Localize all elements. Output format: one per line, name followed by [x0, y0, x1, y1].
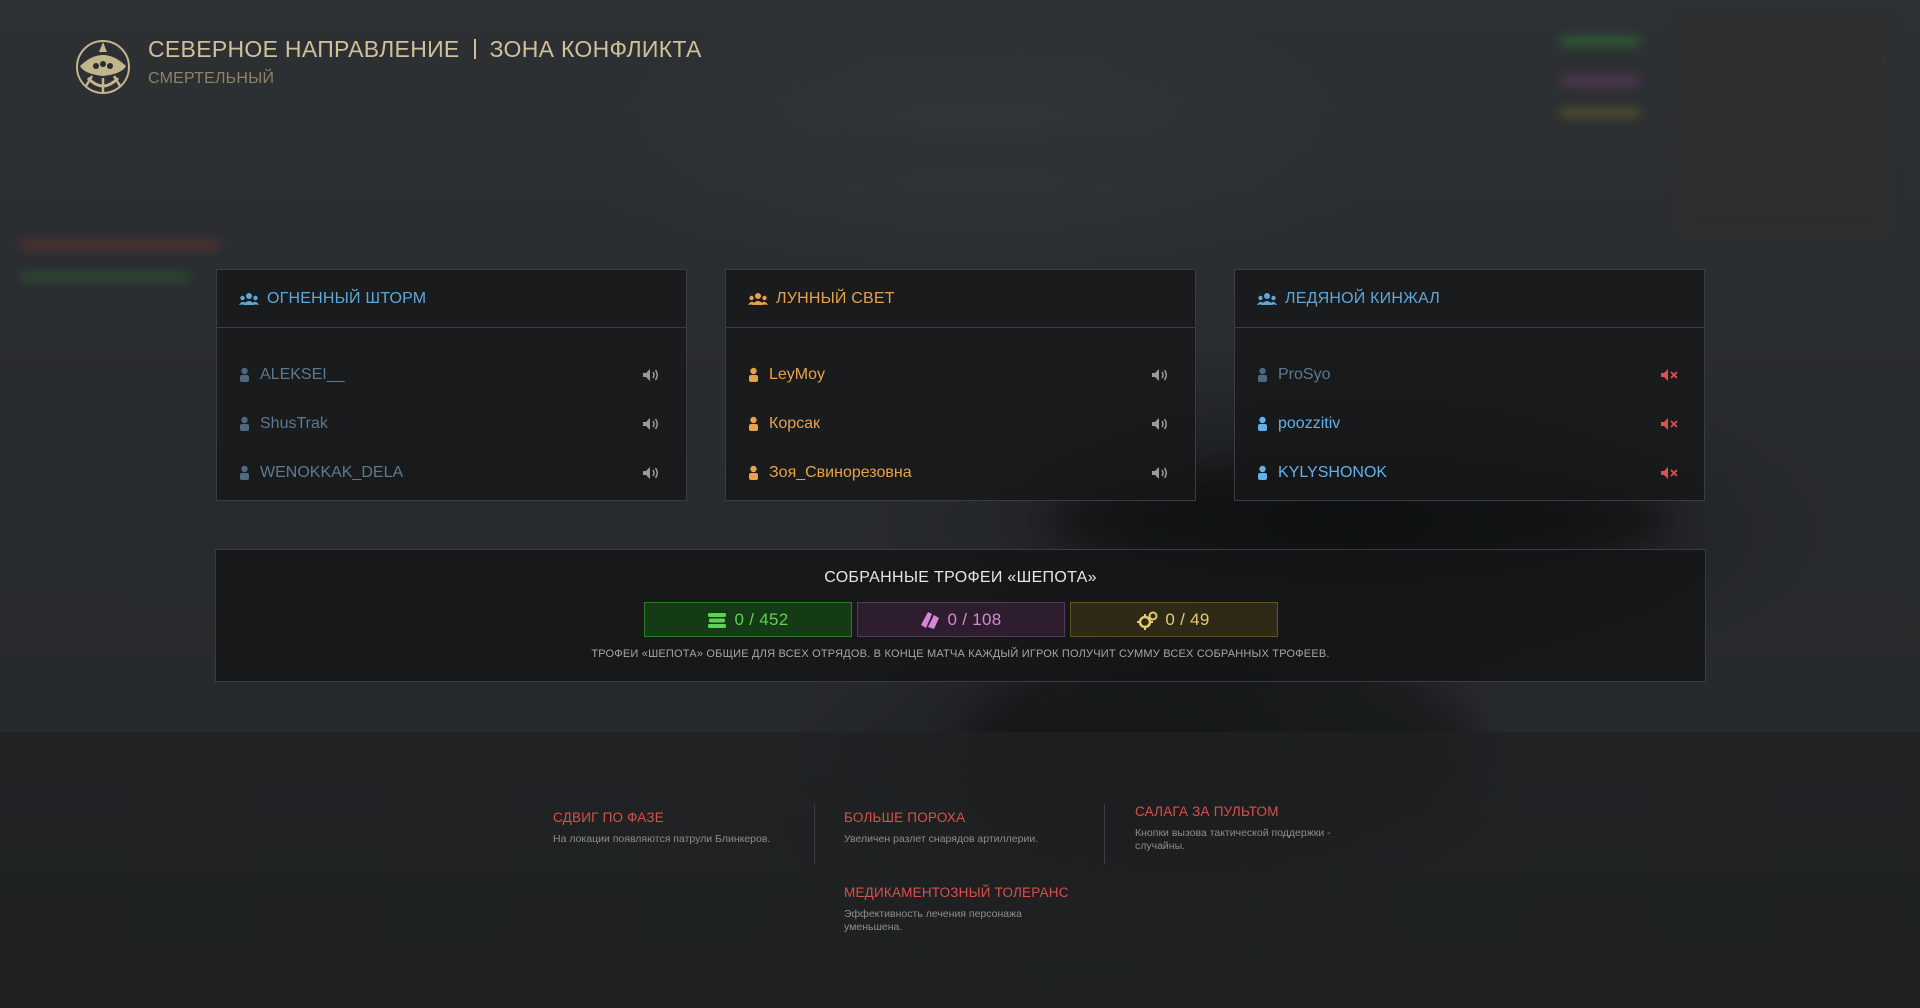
speaker-muted-icon[interactable]: [1660, 417, 1678, 431]
modifier-title: БОЛЬШЕ ПОРОХА: [844, 810, 966, 825]
player-name: Корсак: [769, 414, 821, 432]
squad-header: ЛЕДЯНОЙ КИНЖАЛ: [1235, 270, 1704, 328]
background-hud-bar: [1560, 36, 1640, 46]
player-row: KYLYSHONOK: [1235, 448, 1704, 497]
trophy-count: 0 / 452: [734, 609, 789, 629]
modifiers-area: СДВИГ ПО ФАЗЕ На локации появляются патр…: [0, 732, 1920, 1008]
trophy-counter-purple: 0 / 108: [856, 602, 1065, 637]
squad-panel-moonlight: ЛУННЫЙ СВЕТ LeyMoy Корсак Зоя_Свинорезов…: [725, 269, 1196, 501]
mission-title: СЕВЕРНОЕ НАПРАВЛЕНИЕ ЗОНА КОНФЛИКТА: [148, 34, 702, 64]
modifier-rookie-console: САЛАГА ЗА ПУЛЬТОМ Кнопки вызова тактичес…: [1135, 804, 1365, 853]
speaker-icon[interactable]: [1151, 368, 1169, 382]
trophy-counter-green: 0 / 452: [643, 602, 852, 637]
skull-crest-icon: [76, 40, 130, 94]
player-row: Корсак: [726, 399, 1195, 448]
player-name: WENOKKAK_DELA: [260, 463, 404, 481]
speaker-muted-icon[interactable]: [1660, 466, 1678, 480]
player-list: LeyMoy Корсак Зоя_Свинорезовна: [726, 328, 1195, 497]
modifier-description: Увеличен разлет снарядов артиллерии.: [844, 833, 1039, 845]
player-list: ProSyo poozzitiv KYLYSHONOK: [1235, 328, 1704, 497]
squad-header: ЛУННЫЙ СВЕТ: [726, 270, 1195, 328]
player-row: poozzitiv: [1235, 399, 1704, 448]
player-icon: [240, 367, 249, 382]
player-icon: [749, 465, 758, 480]
speaker-icon[interactable]: [642, 417, 660, 431]
player-name: Зоя_Свинорезовна: [769, 463, 912, 481]
speaker-icon[interactable]: [1151, 417, 1169, 431]
modifier-more-powder: БОЛЬШЕ ПОРОХА Увеличен разлет снарядов а…: [844, 810, 1084, 846]
cards-purple-icon: [921, 611, 940, 629]
squad-panel-fire-storm: ОГНЕННЫЙ ШТОРМ ALEKSEI__ ShusTrak WENOKK…: [216, 269, 687, 501]
speaker-icon[interactable]: [642, 466, 660, 480]
gears-gold-icon: [1137, 611, 1158, 630]
player-icon: [240, 465, 249, 480]
stack-green-icon: [708, 612, 727, 628]
background-minimap: [1680, 20, 1890, 240]
speaker-muted-icon[interactable]: [1660, 368, 1678, 382]
player-name: LeyMoy: [769, 365, 826, 383]
group-icon: [239, 292, 259, 305]
trophy-panel: СОБРАННЫЕ ТРОФЕИ «ШЕПОТА» 0 / 452 0 / 10…: [215, 549, 1706, 682]
trophy-counter-gold: 0 / 49: [1069, 602, 1278, 637]
player-row: Зоя_Свинорезовна: [726, 448, 1195, 497]
trophy-title: СОБРАННЫЕ ТРОФЕИ «ШЕПОТА»: [824, 569, 1097, 586]
squad-panel-ice-dagger: ЛЕДЯНОЙ КИНЖАЛ ProSyo poozzitiv KYLYSHON…: [1234, 269, 1705, 501]
trophy-count: 0 / 108: [947, 609, 1002, 629]
speaker-icon[interactable]: [642, 368, 660, 382]
player-icon: [1258, 367, 1267, 382]
player-icon: [1258, 465, 1267, 480]
player-row: ProSyo: [1235, 350, 1704, 399]
speaker-icon[interactable]: [1151, 466, 1169, 480]
player-name: ALEKSEI__: [260, 365, 345, 383]
trophy-counters: 0 / 452 0 / 108 0 / 49: [216, 602, 1705, 637]
mission-header: СЕВЕРНОЕ НАПРАВЛЕНИЕ ЗОНА КОНФЛИКТА СМЕР…: [72, 34, 702, 98]
modifier-title: СДВИГ ПО ФАЗЕ: [553, 810, 664, 825]
player-name: poozzitiv: [1278, 414, 1341, 432]
modifier-description: Кнопки вызова тактической поддержки - сл…: [1135, 827, 1331, 852]
player-icon: [240, 416, 249, 431]
player-row: ShusTrak: [217, 399, 686, 448]
background-hud-bar: [20, 240, 220, 250]
modifier-divider: [814, 804, 815, 864]
modifier-title: САЛАГА ЗА ПУЛЬТОМ: [1135, 804, 1279, 819]
modifier-title: МЕДИКАМЕНТОЗНЫЙ ТОЛЕРАНС: [844, 885, 1069, 900]
modifier-description: Эффективность лечения персонажа уменьшен…: [844, 908, 1022, 933]
modifier-phase-shift: СДВИГ ПО ФАЗЕ На локации появляются патр…: [553, 810, 793, 846]
player-icon: [749, 416, 758, 431]
title-separator: [473, 39, 476, 59]
background-hud-bar: [1560, 108, 1640, 118]
background-hud-bar: [20, 272, 190, 282]
player-icon: [749, 367, 758, 382]
mission-title-block: СЕВЕРНОЕ НАПРАВЛЕНИЕ ЗОНА КОНФЛИКТА СМЕР…: [148, 34, 702, 88]
squad-name: ЛЕДЯНОЙ КИНЖАЛ: [1285, 289, 1440, 307]
player-row: LeyMoy: [726, 350, 1195, 399]
squad-header: ОГНЕННЫЙ ШТОРМ: [217, 270, 686, 328]
squad-name: ЛУННЫЙ СВЕТ: [776, 289, 895, 307]
squad-name: ОГНЕННЫЙ ШТОРМ: [267, 289, 427, 307]
background-hud-bar: [1560, 76, 1640, 86]
modifier-description: На локации появляются патрули Блинкеров.: [553, 833, 771, 845]
background-hud-bar: [730, 135, 1190, 171]
mission-difficulty: СМЕРТЕЛЬНЫЙ: [148, 70, 275, 87]
player-name: ProSyo: [1278, 365, 1331, 383]
player-name: KYLYSHONOK: [1278, 463, 1388, 481]
player-row: WENOKKAK_DELA: [217, 448, 686, 497]
group-icon: [1257, 292, 1277, 305]
mission-location: СЕВЕРНОЕ НАПРАВЛЕНИЕ: [148, 36, 460, 62]
player-name: ShusTrak: [260, 414, 328, 432]
player-row: ALEKSEI__: [217, 350, 686, 399]
modifier-medical-tolerance: МЕДИКАМЕНТОЗНЫЙ ТОЛЕРАНС Эффективность л…: [844, 885, 1074, 934]
player-icon: [1258, 416, 1267, 431]
modifier-divider: [1104, 804, 1105, 864]
trophy-count: 0 / 49: [1165, 609, 1210, 629]
trophy-note: ТРОФЕИ «ШЕПОТА» ОБЩИЕ ДЛЯ ВСЕХ ОТРЯДОВ. …: [591, 648, 1330, 660]
mission-zone: ЗОНА КОНФЛИКТА: [489, 36, 702, 62]
player-list: ALEKSEI__ ShusTrak WENOKKAK_DELA: [217, 328, 686, 497]
group-icon: [748, 292, 768, 305]
mission-briefing-screen: СЕВЕРНОЕ НАПРАВЛЕНИЕ ЗОНА КОНФЛИКТА СМЕР…: [0, 0, 1920, 1008]
